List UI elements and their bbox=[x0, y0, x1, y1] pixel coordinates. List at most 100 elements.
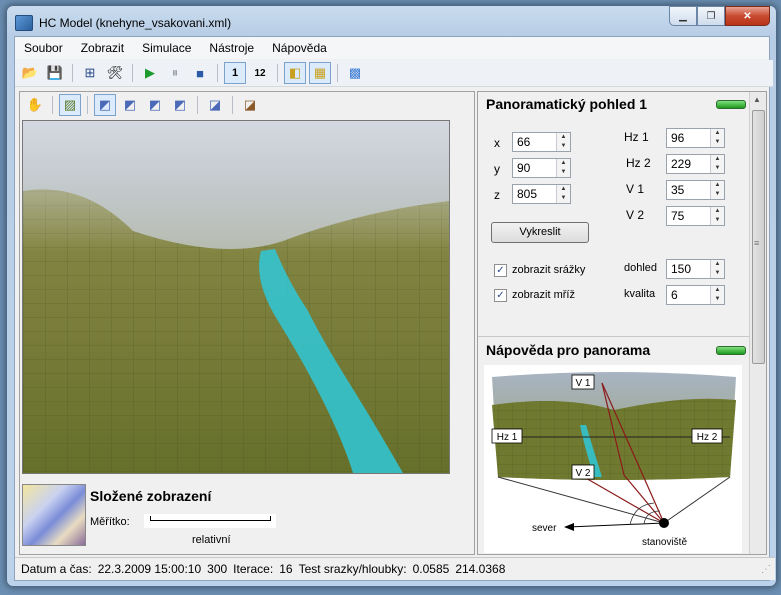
pause-icon[interactable]: ⏸ bbox=[164, 62, 186, 84]
spin-arrows-icon[interactable]: ▲ ▼ bbox=[710, 155, 724, 173]
legend-area: Složené zobrazení Měřítko: relativní bbox=[22, 482, 462, 550]
toolbar-separator bbox=[52, 96, 53, 114]
scale-tick-right bbox=[270, 516, 271, 521]
title-bar: HC Model (knehyne_vsakovani.xml) bbox=[15, 14, 231, 32]
help-diagram: V 1 V 2 Hz 1 Hz 2 sever stanoviště bbox=[484, 365, 742, 553]
z-input[interactable]: 805 ▲ ▼ bbox=[512, 184, 571, 204]
spin-arrows-icon[interactable]: ▲ ▼ bbox=[710, 181, 724, 199]
panel-layout-icon[interactable]: ◧ bbox=[284, 62, 306, 84]
menu-nastroje[interactable]: Nástroje bbox=[200, 41, 263, 55]
hz1-label: Hz 1 bbox=[624, 130, 649, 144]
legend-thumbnail bbox=[22, 484, 86, 546]
z-value: 805 bbox=[517, 187, 538, 201]
panorama-3d-view[interactable] bbox=[22, 120, 450, 474]
menu-zobrazit[interactable]: Zobrazit bbox=[72, 41, 133, 55]
quality-label: kvalita bbox=[624, 288, 656, 300]
help-hz2-label: Hz 2 bbox=[697, 432, 718, 443]
quality-value: 6 bbox=[671, 288, 678, 302]
hz1-input[interactable]: 96 ▲ ▼ bbox=[666, 128, 725, 148]
spin-arrows-icon[interactable]: ▲ ▼ bbox=[556, 133, 570, 151]
status-test1: 0.0585 bbox=[412, 562, 450, 576]
y-input[interactable]: 90 ▲ ▼ bbox=[512, 158, 571, 178]
terrain-view-1-icon[interactable]: ◩ bbox=[94, 94, 116, 116]
spin-arrows-icon[interactable]: ▲ ▼ bbox=[710, 129, 724, 147]
spin-arrows-icon[interactable]: ▲ ▼ bbox=[710, 260, 724, 278]
toolbar-separator bbox=[197, 96, 198, 114]
windows-grid-icon[interactable]: ▩ bbox=[344, 62, 366, 84]
play-icon[interactable]: ▶ bbox=[139, 62, 161, 84]
minimize-button[interactable]: ▁ bbox=[669, 6, 697, 26]
status-iter: 16 bbox=[279, 562, 293, 576]
menu-simulace[interactable]: Simulace bbox=[133, 41, 200, 55]
help-station-label: stanoviště bbox=[642, 537, 687, 548]
draw-button[interactable]: Vykreslit bbox=[491, 222, 589, 243]
spin-arrows-icon[interactable]: ▲ ▼ bbox=[710, 207, 724, 225]
view-distance-input[interactable]: 150 ▲ ▼ bbox=[666, 259, 725, 279]
terrain-view-4-icon[interactable]: ◩ bbox=[169, 94, 191, 116]
scroll-thumb[interactable] bbox=[752, 110, 765, 364]
help-section-title: Nápověda pro panorama bbox=[486, 342, 651, 358]
spin-arrows-icon[interactable]: ▲ ▼ bbox=[556, 159, 570, 177]
view-toolbar: ✋ ▨ ◩ ◩ ◩ ◩ ◪ ◪ bbox=[20, 92, 478, 118]
stop-icon[interactable]: ■ bbox=[189, 62, 211, 84]
hz1-value: 96 bbox=[671, 131, 685, 145]
side-panel: Panoramatický pohled 1 x 66 ▲ ▼ y 90 ▲ ▼ z 8… bbox=[477, 91, 767, 555]
toolbar-separator bbox=[72, 64, 73, 82]
panorama-status-led bbox=[716, 100, 746, 109]
hand-pan-icon[interactable]: ✋ bbox=[24, 94, 46, 116]
v1-input[interactable]: 35 ▲ ▼ bbox=[666, 180, 725, 200]
show-rain-checkbox[interactable]: ✓ bbox=[494, 264, 507, 277]
spin-arrows-icon[interactable]: ▲ ▼ bbox=[710, 286, 724, 304]
resize-grip-icon[interactable]: ⋰ bbox=[761, 564, 771, 575]
spin-arrows-icon[interactable]: ▲ ▼ bbox=[556, 185, 570, 203]
scale-tick-left bbox=[150, 516, 151, 521]
help-v2-label: V 2 bbox=[575, 468, 590, 479]
v1-value: 35 bbox=[671, 183, 685, 197]
map-view-icon[interactable]: ◪ bbox=[204, 94, 226, 116]
scale-value: relativní bbox=[192, 534, 231, 546]
status-test-label: Test srazky/hloubky: bbox=[298, 562, 407, 576]
tools-icon[interactable]: 🛠 bbox=[104, 62, 126, 84]
panorama-section-title: Panoramatický pohled 1 bbox=[486, 96, 648, 112]
z-label: z bbox=[494, 188, 500, 202]
save-icon[interactable]: 💾 bbox=[44, 62, 66, 84]
caption-buttons: ▁ ❐ ✕ bbox=[669, 6, 770, 26]
quality-input[interactable]: 6 ▲ ▼ bbox=[666, 285, 725, 305]
terrain-render bbox=[23, 121, 449, 473]
section-divider bbox=[478, 336, 750, 337]
dual-view-icon[interactable]: 12 bbox=[249, 62, 271, 84]
help-v1-label: V 1 bbox=[575, 378, 590, 389]
menu-soubor[interactable]: Soubor bbox=[15, 41, 72, 55]
x-value: 66 bbox=[517, 135, 531, 149]
side-panel-scrollbar[interactable]: ▲ ≡ bbox=[749, 92, 766, 554]
network-icon[interactable]: ⊞ bbox=[79, 62, 101, 84]
toolbar-separator bbox=[337, 64, 338, 82]
v2-value: 75 bbox=[671, 209, 685, 223]
scale-line bbox=[150, 520, 270, 521]
v2-input[interactable]: 75 ▲ ▼ bbox=[666, 206, 725, 226]
view-distance-label: dohled bbox=[624, 262, 658, 274]
maximize-button[interactable]: ❐ bbox=[697, 6, 725, 26]
panorama-view-icon[interactable]: ▨ bbox=[59, 94, 81, 116]
legend-title: Složené zobrazení bbox=[90, 488, 212, 504]
open-folder-icon[interactable]: 📂 bbox=[19, 62, 41, 84]
terrain-view-2-icon[interactable]: ◩ bbox=[119, 94, 141, 116]
help-north-label: sever bbox=[532, 523, 557, 534]
help-diagram-graphic: V 1 V 2 Hz 1 Hz 2 sever stanoviště bbox=[491, 372, 736, 548]
client-area: Soubor Zobrazit Simulace Nástroje Nápově… bbox=[14, 36, 775, 581]
show-rain-label: zobrazit srážky bbox=[512, 264, 586, 276]
composite-view-icon[interactable]: ◪ bbox=[239, 94, 261, 116]
view-panel: ✋ ▨ ◩ ◩ ◩ ◩ ◪ ◪ Složené zobrazení Měřítk… bbox=[19, 91, 475, 555]
status-seconds: 300 bbox=[207, 562, 228, 576]
show-grid-checkbox[interactable]: ✓ bbox=[494, 289, 507, 302]
chart-layout-icon[interactable]: ▦ bbox=[309, 62, 331, 84]
close-button[interactable]: ✕ bbox=[725, 6, 770, 26]
terrain-view-3-icon[interactable]: ◩ bbox=[144, 94, 166, 116]
toolbar-separator bbox=[217, 64, 218, 82]
hz2-label: Hz 2 bbox=[626, 156, 651, 170]
scroll-up-icon[interactable]: ▲ bbox=[753, 95, 761, 104]
menu-napoveda[interactable]: Nápověda bbox=[263, 41, 336, 55]
single-view-icon[interactable]: 1 bbox=[224, 62, 246, 84]
x-input[interactable]: 66 ▲ ▼ bbox=[512, 132, 571, 152]
hz2-input[interactable]: 229 ▲ ▼ bbox=[666, 154, 725, 174]
